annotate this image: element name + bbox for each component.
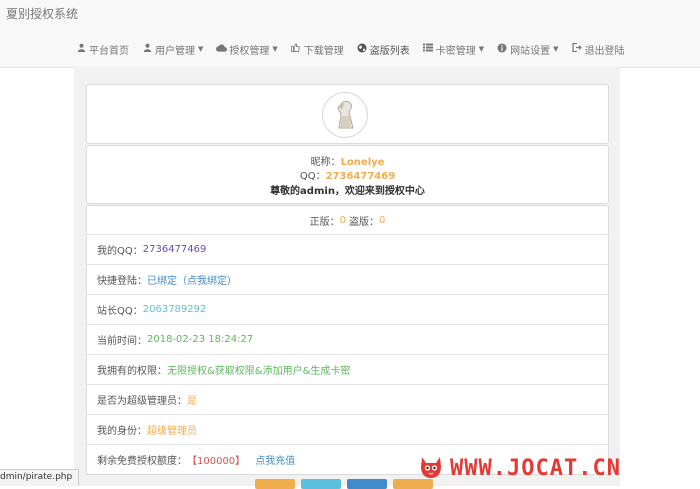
list-icon — [422, 43, 433, 55]
caret-down-icon: ▼ — [553, 45, 559, 53]
action-button[interactable] — [255, 479, 295, 489]
nav-item-label: 卡密管理 — [435, 45, 476, 57]
genuine-count: 0 — [339, 214, 346, 226]
caret-down-icon: ▼ — [198, 45, 204, 53]
avatar-panel — [86, 84, 609, 144]
brand-title[interactable]: 夏别授权系统 — [6, 5, 78, 22]
cloud-icon — [216, 44, 228, 55]
user-icon — [76, 43, 86, 55]
caret-down-icon: ▼ — [478, 45, 485, 53]
qq-value: 2736477469 — [325, 171, 396, 182]
row-value: 【100000】 — [187, 456, 246, 467]
nav-item-label: 网站设置 — [510, 45, 551, 57]
nav-item-site-settings[interactable]: 网站设置 ▼ — [497, 42, 559, 57]
row-label: 我拥有的权限： — [97, 366, 167, 377]
recharge-link[interactable]: 点我充值 — [255, 452, 295, 467]
row-label: 是否为超级管理员： — [97, 396, 187, 407]
pirate-count: 0 — [379, 214, 386, 226]
genuine-label: 正版： — [309, 216, 340, 228]
nav-item-label: 用户管理 — [155, 45, 195, 57]
action-buttons — [255, 479, 433, 489]
nav-item-label: 下载管理 — [303, 45, 344, 57]
action-button[interactable] — [347, 479, 387, 489]
list-item-current-time: 当前时间： 2018-02-23 18:24:27 — [87, 324, 608, 354]
watermark-text: WWW.JOCAT.CN — [450, 456, 621, 481]
row-label: 我的QQ： — [97, 246, 143, 257]
row-value: 2736477469 — [142, 244, 207, 255]
info-icon — [497, 43, 507, 56]
row-value: 已绑定 — [147, 276, 177, 287]
nav-item-label: 盗版列表 — [369, 45, 410, 57]
top-navbar: 夏别授权系统 平台首页 用户管理 ▼ 授权管理 ▼ 下载管理 盗版列表 卡密管理… — [0, 0, 700, 68]
nav-item-users[interactable]: 用户管理 ▼ — [142, 42, 203, 57]
row-value: 是 — [187, 396, 197, 407]
list-item-identity: 我的身份： 超级管理员 — [87, 414, 608, 444]
avatar — [322, 92, 368, 138]
list-item-permissions: 我拥有的权限： 无限授权&获取权限&添加用户&生成卡密 — [87, 354, 608, 384]
nav-item-pirate-list[interactable]: 盗版列表 — [357, 42, 410, 57]
row-label: 站长QQ： — [97, 306, 143, 317]
logout-icon — [571, 42, 582, 55]
nav-item-downloads[interactable]: 下载管理 — [291, 42, 344, 57]
main-nav: 平台首页 用户管理 ▼ 授权管理 ▼ 下载管理 盗版列表 卡密管理 ▼ 网站设置… — [76, 40, 700, 58]
welcome-message: 尊敬的admin，欢迎来到授权中心 — [270, 186, 425, 197]
nav-item-home[interactable]: 平台首页 — [76, 42, 129, 57]
nav-item-cards[interactable]: 卡密管理 ▼ — [422, 42, 485, 57]
row-label: 我的身份： — [97, 426, 147, 437]
pirate-label: 盗版： — [349, 216, 379, 228]
user-icon — [142, 43, 152, 55]
nav-item-label: 平台首页 — [89, 45, 129, 57]
row-value: 超级管理员 — [147, 426, 197, 437]
watermark: WWW.JOCAT.CN — [418, 453, 621, 484]
nav-item-logout[interactable]: 退出登陆 — [571, 42, 625, 57]
account-info-list: 我的QQ： 2736477469 快捷登陆： 已绑定 （点我绑定） 站长QQ： 2063… — [86, 234, 609, 475]
row-label: 当前时间： — [97, 336, 147, 347]
nav-item-label: 退出登陆 — [584, 45, 625, 57]
caret-down-icon: ▼ — [272, 45, 278, 53]
globe-icon — [357, 43, 367, 56]
list-item-admin-qq: 站长QQ： 2063789292 — [87, 294, 608, 324]
row-value: 2063789292 — [142, 304, 207, 315]
row-label: 快捷登陆： — [97, 276, 147, 287]
qq-label: QQ： — [299, 171, 326, 182]
nav-item-label: 授权管理 — [229, 45, 270, 57]
cat-logo-icon — [418, 453, 444, 484]
list-item-my-qq: 我的QQ： 2736477469 — [87, 234, 608, 264]
nickname-line: 昵称：Lonelye — [87, 153, 608, 168]
list-item-super-admin: 是否为超级管理员：是 — [87, 384, 608, 414]
nav-item-auth[interactable]: 授权管理 ▼ — [216, 42, 278, 57]
status-bar-url: dmin/pirate.php — [0, 469, 80, 486]
profile-info-panel: 昵称：Lonelye QQ：2736477469 尊敬的admin，欢迎来到授权… — [86, 145, 609, 204]
license-count-panel: 正版： 0 盗版： 0 — [86, 205, 609, 235]
row-value: 无限授权&获取权限&添加用户&生成卡密 — [167, 366, 351, 377]
row-label: 剩余免费授权额度： — [97, 456, 187, 467]
thumbs-up-icon — [291, 43, 301, 55]
list-item-quick-login: 快捷登陆： 已绑定 （点我绑定） — [87, 264, 608, 294]
bind-link[interactable]: （点我绑定） — [177, 272, 237, 287]
row-value: 2018-02-23 18:24:27 — [147, 334, 254, 345]
action-button[interactable] — [301, 479, 341, 489]
qq-line: QQ：2736477469 — [87, 167, 608, 182]
